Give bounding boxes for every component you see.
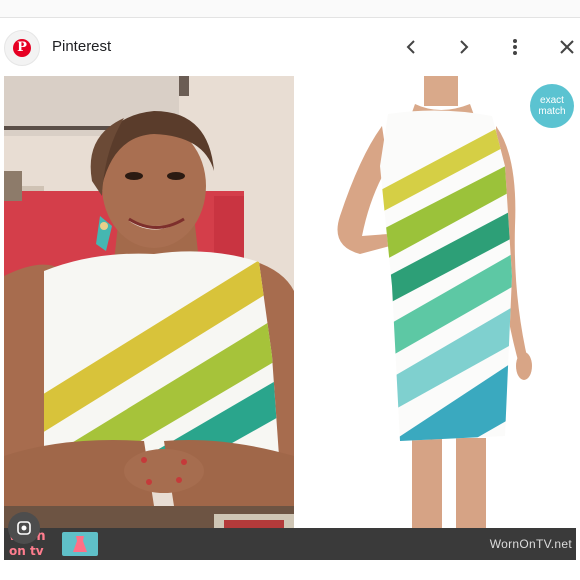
source-title[interactable]: Pinterest	[52, 38, 111, 55]
chevron-right-icon	[460, 40, 469, 54]
more-options-button[interactable]	[502, 34, 528, 60]
previous-button[interactable]	[398, 34, 424, 60]
woman-wearing-dress-image	[4, 76, 294, 560]
more-vert-icon	[513, 39, 517, 55]
next-button[interactable]	[451, 34, 477, 60]
product-photo	[300, 76, 576, 560]
striped-dress-product-image	[300, 76, 576, 560]
visual-search-button[interactable]	[8, 512, 40, 544]
tv-still-photo	[4, 76, 294, 560]
close-button[interactable]	[554, 34, 580, 60]
close-icon	[560, 40, 574, 54]
lens-search-icon	[17, 521, 31, 535]
image-viewer-header: P Pinterest	[0, 18, 580, 76]
chevron-left-icon	[406, 40, 415, 54]
dress-logo-icon	[62, 532, 98, 556]
pinterest-logo-letter: P	[13, 39, 31, 57]
exact-match-badge: exact match	[530, 84, 574, 128]
top-divider	[0, 0, 580, 18]
badge-line-1: exact	[540, 95, 564, 106]
footer-logo-bottom: on tv	[9, 544, 44, 558]
footer-site-url: WornOnTV.net	[489, 537, 572, 551]
badge-line-2: match	[538, 106, 566, 117]
image-watermark-bar: worn on tv WornOnTV.net	[4, 528, 576, 560]
pinterest-logo-icon: P	[4, 30, 40, 66]
image-preview[interactable]	[4, 76, 576, 560]
